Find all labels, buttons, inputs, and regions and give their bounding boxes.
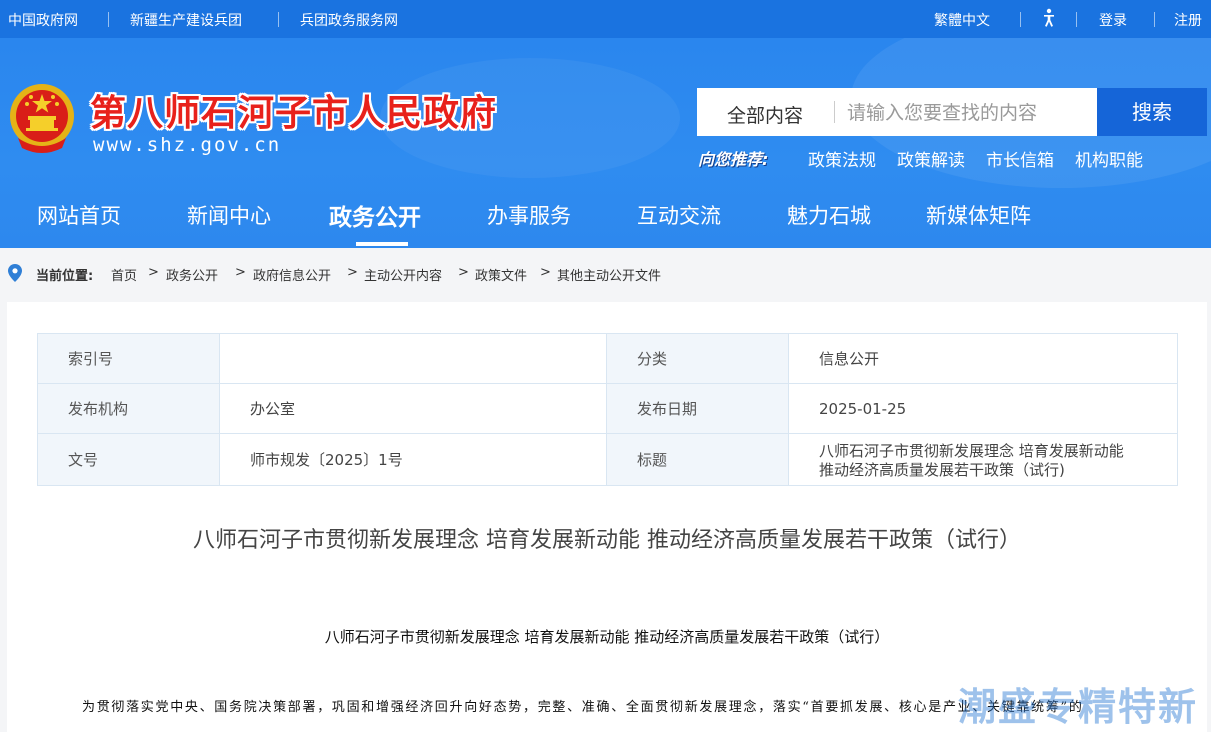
search-input[interactable] xyxy=(845,97,1089,129)
breadcrumb-separator: > xyxy=(235,265,246,280)
document-meta-table: 索引号 分类 信息公开 发布机构 办公室 发布日期 2025-01-25 文号 … xyxy=(37,333,1178,486)
content-card: 索引号 分类 信息公开 发布机构 办公室 发布日期 2025-01-25 文号 … xyxy=(7,302,1207,732)
breadcrumb-separator: > xyxy=(540,265,551,280)
breadcrumb-item-active-disclosure[interactable]: 主动公开内容 xyxy=(364,265,442,284)
publisher-label: 发布机构 xyxy=(37,383,220,434)
table-row: 发布机构 办公室 发布日期 2025-01-25 xyxy=(37,383,1178,434)
breadcrumb-separator: > xyxy=(148,265,159,280)
site-title[interactable]: 第八师石河子市人民政府 xyxy=(90,84,497,136)
recommend-link-policy-law[interactable]: 政策法规 xyxy=(808,146,876,171)
breadcrumb: 当前位置: 首页 > 政务公开 > 政府信息公开 > 主动公开内容 > 政策文件… xyxy=(0,248,1211,298)
search-button[interactable]: 搜索 xyxy=(1097,88,1207,136)
breadcrumb-item-home[interactable]: 首页 xyxy=(111,265,137,284)
topbar-divider xyxy=(1020,12,1021,27)
breadcrumb-item-gov-info[interactable]: 政府信息公开 xyxy=(253,265,331,284)
category-value: 信息公开 xyxy=(788,333,1178,384)
topbar-link-gov[interactable]: 中国政府网 xyxy=(8,10,78,30)
index-number-label: 索引号 xyxy=(37,333,220,384)
register-link[interactable]: 注册 xyxy=(1174,10,1202,30)
nav-services[interactable]: 办事服务 xyxy=(487,200,571,230)
category-label: 分类 xyxy=(606,333,789,384)
search-scope-select[interactable]: 全部内容 xyxy=(727,101,803,128)
nav-city-charm[interactable]: 魅力石城 xyxy=(787,200,871,230)
nav-new-media[interactable]: 新媒体矩阵 xyxy=(926,200,1031,230)
recommend-link-mayor-mailbox[interactable]: 市长信箱 xyxy=(986,146,1054,171)
topbar-link-services[interactable]: 兵团政务服务网 xyxy=(300,10,398,30)
index-number-value xyxy=(219,333,607,384)
title-value: 八师石河子市贯彻新发展理念 培育发展新动能 推动经济高质量发展若干政策（试行) xyxy=(788,433,1178,486)
document-number-value: 师市规发〔2025〕1号 xyxy=(219,433,607,486)
search-box: 全部内容 xyxy=(697,88,1097,136)
title-label: 标题 xyxy=(606,433,789,486)
table-row: 索引号 分类 信息公开 xyxy=(37,333,1178,384)
national-emblem-icon[interactable] xyxy=(8,82,76,156)
breadcrumb-item-gov-affairs[interactable]: 政务公开 xyxy=(166,265,218,284)
topbar-divider xyxy=(108,12,109,27)
recommend-label: 向您推荐: xyxy=(698,150,769,169)
watermark-logo: 潮盛专精特新 xyxy=(958,685,1199,729)
article-title: 八师石河子市贯彻新发展理念 培育发展新动能 推动经济高质量发展若干政策（试行） xyxy=(193,528,1021,553)
nav-government-affairs[interactable]: 政务公开 xyxy=(329,198,421,232)
topbar-divider xyxy=(1076,12,1077,27)
breadcrumb-item-other-docs[interactable]: 其他主动公开文件 xyxy=(557,265,661,284)
topbar-link-bingtuan[interactable]: 新疆生产建设兵团 xyxy=(130,10,242,30)
topbar-divider xyxy=(1154,12,1155,27)
location-pin-icon xyxy=(8,264,22,282)
search-divider xyxy=(834,101,835,123)
publish-date-value: 2025-01-25 xyxy=(788,383,1178,434)
site-header: 第八师石河子市人民政府 www.shz.gov.cn 全部内容 搜索 向您推荐:… xyxy=(0,38,1211,248)
title-value-line: 推动经济高质量发展若干政策（试行) xyxy=(819,460,1065,479)
table-row: 文号 师市规发〔2025〕1号 标题 八师石河子市贯彻新发展理念 培育发展新动能… xyxy=(37,433,1178,486)
traditional-chinese-link[interactable]: 繁體中文 xyxy=(934,10,990,30)
recommend-link-org-functions[interactable]: 机构职能 xyxy=(1075,146,1143,171)
breadcrumb-separator: > xyxy=(458,265,469,280)
nav-interaction[interactable]: 互动交流 xyxy=(637,200,721,230)
article-subtitle: 八师石河子市贯彻新发展理念 培育发展新动能 推动经济高质量发展若干政策（试行） xyxy=(324,628,890,646)
nav-active-underline xyxy=(356,242,408,246)
publish-date-label: 发布日期 xyxy=(606,383,789,434)
breadcrumb-separator: > xyxy=(347,265,358,280)
top-bar: 中国政府网 新疆生产建设兵团 兵团政务服务网 繁體中文 登录 注册 xyxy=(0,0,1211,38)
title-value-line: 八师石河子市贯彻新发展理念 培育发展新动能 xyxy=(819,441,1124,460)
recommend-link-policy-interpretation[interactable]: 政策解读 xyxy=(897,146,965,171)
breadcrumb-label: 当前位置: xyxy=(36,269,94,284)
nav-home[interactable]: 网站首页 xyxy=(37,200,121,230)
document-number-label: 文号 xyxy=(37,433,220,486)
topbar-divider xyxy=(278,12,279,27)
nav-news[interactable]: 新闻中心 xyxy=(187,200,271,230)
site-url: www.shz.gov.cn xyxy=(93,134,282,156)
publisher-value: 办公室 xyxy=(219,383,607,434)
accessibility-icon[interactable] xyxy=(1040,8,1058,28)
login-link[interactable]: 登录 xyxy=(1099,10,1127,30)
breadcrumb-item-policy-docs[interactable]: 政策文件 xyxy=(475,265,527,284)
